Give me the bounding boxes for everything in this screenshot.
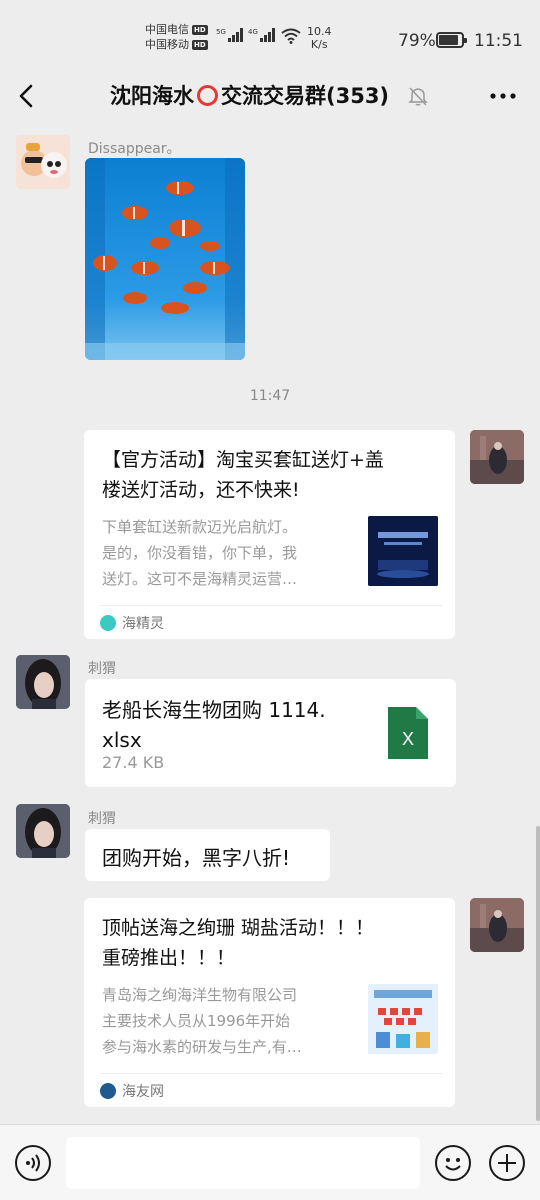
avatar[interactable]	[16, 655, 70, 709]
signal-4g-icon: 4G	[248, 28, 275, 42]
chat-header: 沈阳海水 交流交易群(353)	[0, 64, 540, 126]
battery-percent: 79%	[398, 31, 436, 51]
excel-file-icon: X	[388, 707, 428, 759]
input-bar	[0, 1124, 540, 1200]
avatar-cartoon-icon	[16, 135, 70, 189]
avatar-girl-icon	[16, 655, 70, 709]
emoji-icon	[445, 1158, 461, 1171]
text-message[interactable]: 团购开始，黑字八折!	[85, 829, 330, 881]
back-chevron-icon[interactable]	[14, 82, 42, 110]
avatar[interactable]	[16, 804, 70, 858]
link-card[interactable]: 顶帖送海之绚珊 瑚盐活动！！！ 重磅推出！！！ 青岛海之绚海洋生物有限公司 主要…	[84, 898, 455, 1107]
haiyouwang-logo-icon	[100, 1083, 116, 1099]
hd-badge: HD	[192, 39, 208, 50]
link-description: 青岛海之绚海洋生物有限公司 主要技术人员从1996年开始 参与海水素的研发与生产…	[102, 986, 302, 1056]
avatar[interactable]	[16, 135, 70, 189]
file-message[interactable]: 老船长海生物团购 1114. xlsx 27.4 KB X	[85, 679, 456, 787]
carrier-1: 中国电信	[145, 23, 189, 36]
status-bar: 中国电信 HD 中国移动 HD 5G 4G 10.4 K/s 79% 11:51	[0, 0, 540, 64]
divider	[100, 1073, 442, 1074]
carrier-info: 中国电信 HD 中国移动 HD	[145, 22, 208, 52]
network-speed: 10.4 K/s	[307, 25, 332, 51]
carrier-2: 中国移动	[145, 38, 189, 51]
hd-badge: HD	[192, 24, 208, 35]
link-title: 【官方活动】淘宝买套缸送灯+盖 楼送灯活动，还不快来!	[102, 449, 384, 501]
emoji-button[interactable]	[435, 1145, 471, 1181]
red-circle-emoji-icon	[197, 84, 218, 106]
signal-5g-icon: 5G	[216, 28, 243, 42]
voice-button[interactable]	[15, 1145, 51, 1181]
message-text: 团购开始，黑字八折!	[102, 846, 291, 870]
plus-icon	[498, 1154, 516, 1172]
avatar-photo-icon	[470, 898, 524, 952]
link-card[interactable]: 【官方活动】淘宝买套缸送灯+盖 楼送灯活动，还不快来! 下单套缸送新款迈光启航灯…	[84, 430, 455, 639]
wifi-icon	[281, 28, 301, 44]
clock: 11:51	[474, 31, 523, 51]
sender-name: 刺猬	[88, 811, 116, 827]
voice-icon	[26, 1154, 40, 1172]
divider	[100, 605, 442, 606]
bell-muted-icon	[408, 87, 428, 106]
link-source: 海精灵	[100, 613, 164, 633]
more-dots-icon[interactable]	[488, 84, 518, 108]
link-thumbnail	[368, 516, 438, 586]
timestamp: 11:47	[249, 388, 291, 404]
plus-button[interactable]	[489, 1145, 525, 1181]
haijingling-logo-icon	[100, 615, 116, 631]
avatar-photo-icon	[470, 430, 524, 484]
sender-name: 刺猬	[88, 661, 116, 677]
avatar-self[interactable]	[470, 898, 524, 952]
battery-icon	[436, 32, 467, 48]
link-title: 顶帖送海之绚珊 瑚盐活动！！！ 重磅推出！！！	[102, 917, 375, 969]
avatar-self[interactable]	[470, 430, 524, 484]
svg-text:X: X	[402, 729, 414, 749]
link-description: 下单套缸送新款迈光启航灯。 是的，你没看错，你下单，我 送灯。这可不是海精灵运营…	[102, 518, 298, 588]
message-input[interactable]	[66, 1137, 420, 1189]
file-size: 27.4 KB	[102, 753, 165, 772]
link-thumbnail	[368, 984, 438, 1054]
promo-thumbnail-icon	[368, 516, 438, 586]
image-message[interactable]	[85, 158, 245, 360]
link-source: 海友网	[100, 1081, 164, 1101]
scrollbar[interactable]	[536, 826, 540, 1121]
avatar-girl-icon	[16, 804, 70, 858]
sender-name: Dissappear。	[88, 141, 181, 157]
chat-title: 沈阳海水 交流交易群(353)	[110, 84, 390, 108]
file-name: 老船长海生物团购 1114. xlsx	[102, 698, 326, 752]
coral-salt-thumbnail-icon	[368, 984, 438, 1054]
clownfish-photo-icon	[85, 158, 245, 360]
